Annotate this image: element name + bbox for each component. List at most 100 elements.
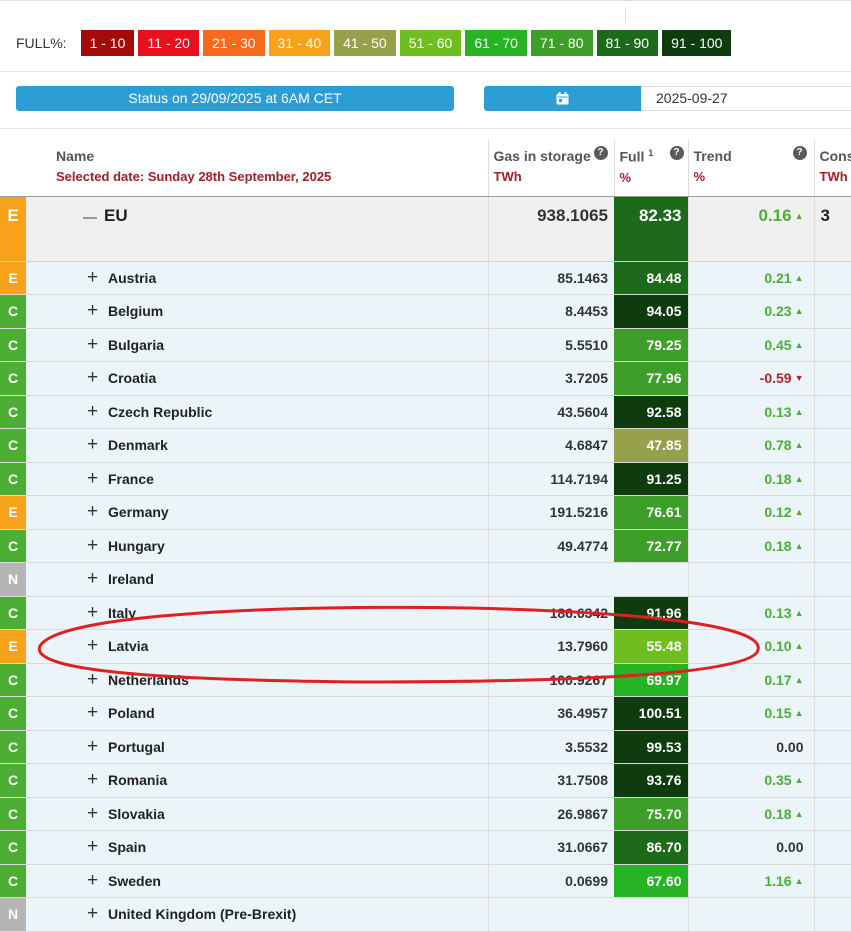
legend-chip[interactable]: 81 - 90 bbox=[597, 30, 659, 56]
gas-value: 0.0699 bbox=[488, 864, 614, 898]
full-value: 84.48 bbox=[614, 261, 688, 295]
table-row[interactable]: E+Latvia13.796055.480.10▲ bbox=[0, 630, 851, 664]
country-label: Belgium bbox=[108, 303, 163, 319]
country-name[interactable]: +United Kingdom (Pre-Brexit) bbox=[26, 898, 488, 932]
table-row[interactable]: E+Germany191.521676.610.12▲ bbox=[0, 496, 851, 530]
gas-value: 114.7194 bbox=[488, 462, 614, 496]
help-icon[interactable]: ? bbox=[670, 146, 684, 160]
legend-chip[interactable]: 71 - 80 bbox=[531, 30, 593, 56]
country-name[interactable]: +Poland bbox=[26, 697, 488, 731]
expand-icon[interactable]: + bbox=[87, 803, 98, 825]
country-name[interactable]: + Romania bbox=[26, 764, 488, 798]
consumption-header[interactable]: Cons TWh bbox=[814, 140, 851, 196]
country-name[interactable]: +Croatia bbox=[26, 362, 488, 396]
full-header[interactable]: Full 1 % ? bbox=[614, 140, 688, 196]
expand-icon[interactable]: + bbox=[87, 334, 98, 356]
legend-chip[interactable]: 51 - 60 bbox=[400, 30, 462, 56]
table-row[interactable]: C+Romania31.750893.760.35▲ bbox=[0, 764, 851, 798]
expand-icon[interactable]: + bbox=[87, 602, 98, 624]
legend-label: FULL%: bbox=[16, 35, 67, 51]
date-picker[interactable]: 2025-09-27 bbox=[484, 86, 851, 111]
table-row[interactable]: C+Belgium8.445394.050.23▲ bbox=[0, 295, 851, 329]
help-icon[interactable]: ? bbox=[594, 146, 608, 160]
country-name[interactable]: +Czech Republic bbox=[26, 395, 488, 429]
expand-icon[interactable]: + bbox=[87, 870, 98, 892]
gas-value: 4.6847 bbox=[488, 429, 614, 463]
country-name[interactable]: +Bulgaria bbox=[26, 328, 488, 362]
collapse-icon[interactable] bbox=[83, 217, 97, 219]
gas-header[interactable]: Gas in storage TWh ? bbox=[488, 140, 614, 196]
country-name[interactable]: +France bbox=[26, 462, 488, 496]
legend-chip[interactable]: 1 - 10 bbox=[81, 30, 135, 56]
country-name[interactable]: EU bbox=[26, 196, 488, 261]
country-name[interactable]: +Hungary bbox=[26, 529, 488, 563]
expand-icon[interactable]: + bbox=[87, 535, 98, 557]
table-row[interactable]: N+Ireland bbox=[0, 563, 851, 597]
date-input[interactable]: 2025-09-27 bbox=[641, 86, 851, 111]
country-name[interactable]: +Germany bbox=[26, 496, 488, 530]
country-name[interactable]: +Spain bbox=[26, 831, 488, 865]
country-name[interactable]: +Netherlands bbox=[26, 663, 488, 697]
expand-icon[interactable]: + bbox=[87, 635, 98, 657]
eu-row[interactable]: E EU 938.1065 82.33 0.16▲ 3 bbox=[0, 196, 851, 261]
trend-number: 0.18 bbox=[764, 538, 791, 554]
country-name[interactable]: + Denmark bbox=[26, 429, 488, 463]
help-icon[interactable]: ? bbox=[793, 146, 807, 160]
trend-number: 0.13 bbox=[764, 404, 791, 420]
legend-chip[interactable]: 11 - 20 bbox=[138, 30, 199, 56]
expand-icon[interactable]: + bbox=[87, 300, 98, 322]
legend-chip[interactable]: 21 - 30 bbox=[203, 30, 265, 56]
table-row[interactable]: C+Hungary49.477472.770.18▲ bbox=[0, 529, 851, 563]
table-row[interactable]: C+Portugal3.553299.530.00 bbox=[0, 730, 851, 764]
trend-header[interactable]: Trend % ? bbox=[688, 140, 814, 196]
full-value: 93.76 bbox=[614, 764, 688, 798]
country-name[interactable]: +Slovakia bbox=[26, 797, 488, 831]
table-row[interactable]: C+Sweden0.069967.601.16▲ bbox=[0, 864, 851, 898]
gas-value bbox=[488, 898, 614, 932]
status-button[interactable]: Status on 29/09/2025 at 6AM CET bbox=[16, 86, 454, 111]
expand-icon[interactable]: + bbox=[87, 769, 98, 791]
status-badge: C bbox=[0, 328, 26, 362]
table-row[interactable]: C+Slovakia26.986775.700.18▲ bbox=[0, 797, 851, 831]
expand-icon[interactable]: + bbox=[87, 903, 98, 925]
expand-icon[interactable]: + bbox=[87, 367, 98, 389]
country-name[interactable]: + Portugal bbox=[26, 730, 488, 764]
expand-icon[interactable]: + bbox=[87, 501, 98, 523]
table-row[interactable]: C+Croatia3.720577.96-0.59▼ bbox=[0, 362, 851, 396]
country-label: Romania bbox=[108, 772, 167, 788]
calendar-button[interactable] bbox=[484, 86, 641, 111]
table-row[interactable]: C+Spain31.066786.700.00 bbox=[0, 831, 851, 865]
expand-icon[interactable]: + bbox=[87, 401, 98, 423]
country-label: Denmark bbox=[108, 437, 168, 453]
table-row[interactable]: C+Bulgaria5.551079.250.45▲ bbox=[0, 328, 851, 362]
expand-icon[interactable]: + bbox=[87, 267, 98, 289]
legend-chip[interactable]: 91 - 100 bbox=[662, 30, 731, 56]
expand-icon[interactable]: + bbox=[87, 736, 98, 758]
country-name[interactable]: + Belgium bbox=[26, 295, 488, 329]
country-name[interactable]: +Ireland bbox=[26, 563, 488, 597]
table-row[interactable]: C+Poland36.4957100.510.15▲ bbox=[0, 697, 851, 731]
table-row[interactable]: C+Czech Republic43.560492.580.13▲ bbox=[0, 395, 851, 429]
table-row[interactable]: C+Italy186.634291.960.13▲ bbox=[0, 596, 851, 630]
expand-icon[interactable]: + bbox=[87, 468, 98, 490]
country-name[interactable]: +Austria bbox=[26, 261, 488, 295]
legend-chip[interactable]: 31 - 40 bbox=[269, 30, 331, 56]
full-value: 99.53 bbox=[614, 730, 688, 764]
table-row[interactable]: C+Netherlands100.926769.970.17▲ bbox=[0, 663, 851, 697]
expand-icon[interactable]: + bbox=[87, 568, 98, 590]
legend-chip[interactable]: 61 - 70 bbox=[465, 30, 527, 56]
table-row[interactable]: C+Denmark4.684747.850.78▲ bbox=[0, 429, 851, 463]
expand-icon[interactable]: + bbox=[87, 836, 98, 858]
name-header[interactable]: Name Selected date: Sunday 28th Septembe… bbox=[26, 140, 488, 196]
expand-icon[interactable]: + bbox=[87, 669, 98, 691]
table-row[interactable]: C+France114.719491.250.18▲ bbox=[0, 462, 851, 496]
country-label: Portugal bbox=[108, 739, 165, 755]
legend-chip[interactable]: 41 - 50 bbox=[334, 30, 396, 56]
expand-icon[interactable]: + bbox=[87, 702, 98, 724]
table-row[interactable]: N+United Kingdom (Pre-Brexit) bbox=[0, 898, 851, 932]
country-name[interactable]: +Latvia bbox=[26, 630, 488, 664]
table-row[interactable]: E+Austria85.146384.480.21▲ bbox=[0, 261, 851, 295]
expand-icon[interactable]: + bbox=[87, 434, 98, 456]
country-name[interactable]: +Sweden bbox=[26, 864, 488, 898]
country-name[interactable]: +Italy bbox=[26, 596, 488, 630]
